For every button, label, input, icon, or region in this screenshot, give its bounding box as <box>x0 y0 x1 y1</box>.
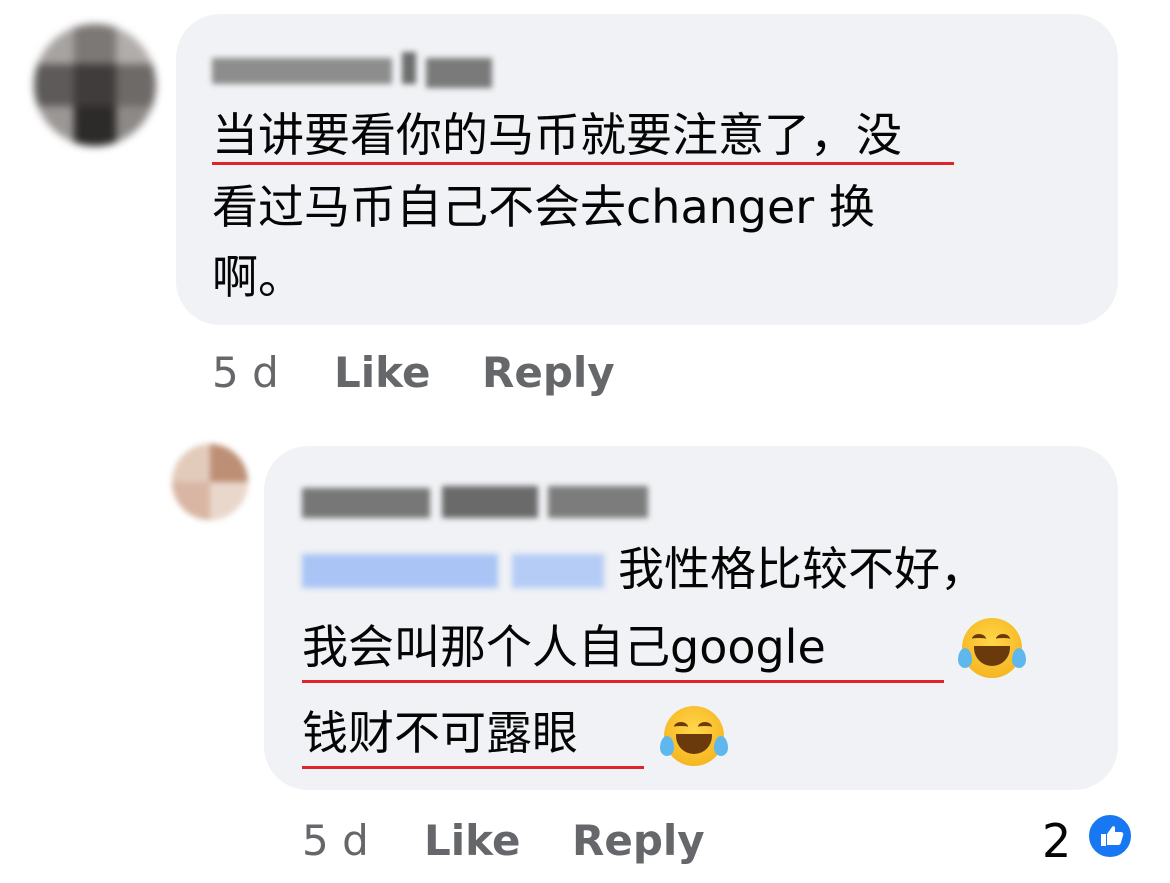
reply-text-line: 钱财不可露眼 <box>302 706 578 760</box>
comment-text-line: 啊。 <box>212 250 304 304</box>
reply-text-line: 我会叫那个人自己google <box>302 620 826 674</box>
highlight-underline <box>212 162 954 165</box>
highlight-underline <box>302 680 944 683</box>
comment-timestamp[interactable]: 5 d <box>212 352 279 394</box>
like-icon[interactable] <box>1086 812 1134 860</box>
tears-of-joy-emoji <box>958 618 1026 678</box>
like-button[interactable]: Like <box>334 352 430 394</box>
reply-timestamp[interactable]: 5 d <box>302 820 369 862</box>
highlight-underline <box>302 766 644 769</box>
reaction-count[interactable]: 2 <box>1042 818 1071 864</box>
reply-text-line: 我性格比较不好， <box>618 542 986 596</box>
comment-text-line: 看过马币自己不会去changer 换 <box>212 180 875 234</box>
author-name-redacted[interactable] <box>302 478 652 524</box>
like-button[interactable]: Like <box>424 820 520 862</box>
reply-button[interactable]: Reply <box>482 352 615 394</box>
reply-button[interactable]: Reply <box>572 820 705 862</box>
mention-redacted[interactable] <box>302 546 606 592</box>
replier-avatar[interactable] <box>172 444 248 520</box>
comment-text-line: 当讲要看你的马币就要注意了，没 <box>212 108 902 162</box>
author-name-redacted[interactable] <box>212 46 494 90</box>
commenter-avatar[interactable] <box>34 24 156 146</box>
tears-of-joy-emoji <box>660 706 728 766</box>
